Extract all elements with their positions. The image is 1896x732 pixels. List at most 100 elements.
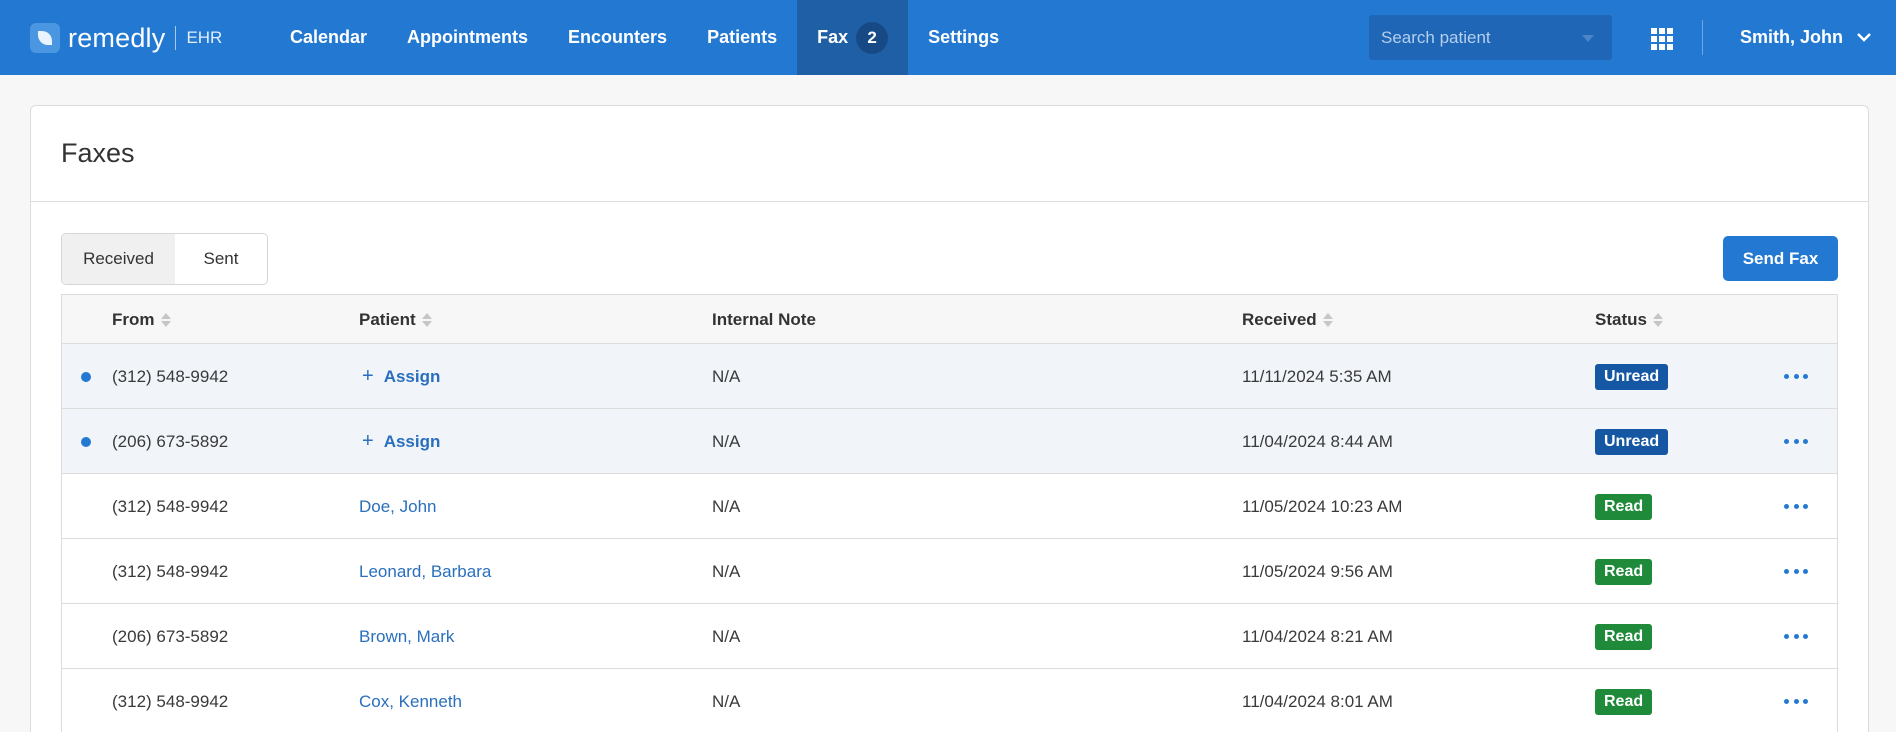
- status-cell: Unread: [1595, 344, 1669, 409]
- plus-icon: +: [362, 365, 374, 387]
- more-actions-icon[interactable]: [1784, 433, 1808, 449]
- nav-encounters[interactable]: Encounters: [548, 0, 687, 75]
- patient-search[interactable]: [1369, 15, 1612, 60]
- sort-icon[interactable]: [1322, 312, 1333, 328]
- nav-calendar[interactable]: Calendar: [270, 0, 387, 75]
- received-time: 11/05/2024 10:23 AM: [1242, 496, 1403, 516]
- table-row[interactable]: (312) 548-9942 Leonard, Barbara N/A 11/0…: [62, 539, 1837, 604]
- status-cell: Unread: [1595, 409, 1669, 474]
- status-cell: Read: [1595, 604, 1653, 669]
- column-label: Status: [1595, 309, 1647, 329]
- main-nav: Calendar Appointments Encounters Patient…: [270, 0, 1019, 75]
- from-number: (312) 548-9942: [112, 366, 229, 386]
- chevron-down-icon: [1857, 33, 1871, 42]
- column-label: Internal Note: [712, 309, 816, 329]
- table-row[interactable]: (312) 548-9942 Doe, John N/A 11/05/2024 …: [62, 474, 1837, 539]
- internal-note: N/A: [712, 691, 741, 711]
- patient-link[interactable]: Leonard, Barbara: [359, 539, 491, 604]
- search-input[interactable]: [1381, 27, 1571, 48]
- received-time: 11/11/2024 5:35 AM: [1242, 366, 1392, 386]
- internal-note: N/A: [712, 496, 741, 516]
- tab-received[interactable]: Received: [62, 234, 175, 284]
- table-row[interactable]: (206) 673-5892 Brown, Mark N/A 11/04/202…: [62, 604, 1837, 669]
- more-actions-icon[interactable]: [1784, 693, 1808, 709]
- leaf-logo-icon: [30, 23, 60, 53]
- nav-divider: [1702, 20, 1703, 55]
- card-header: Faxes: [31, 106, 1868, 202]
- table-header: From Patient Internal Note Received Stat…: [62, 295, 1837, 344]
- nav-fax-label: Fax: [817, 27, 849, 47]
- received-time: 11/04/2024 8:21 AM: [1242, 626, 1393, 646]
- assign-patient-link[interactable]: + Assign: [359, 344, 440, 409]
- internal-note: N/A: [712, 626, 741, 646]
- status-badge: Read: [1595, 493, 1653, 520]
- table-row[interactable]: (312) 548-9942 Cox, Kenneth N/A 11/04/20…: [62, 669, 1837, 732]
- plus-icon: +: [362, 430, 374, 452]
- sort-icon[interactable]: [160, 312, 171, 328]
- unread-indicator: [81, 372, 91, 382]
- column-label: From: [112, 309, 155, 329]
- received-time: 11/04/2024 8:01 AM: [1242, 691, 1393, 711]
- top-navigation-bar: remedly EHR Calendar Appointments Encoun…: [0, 0, 1896, 75]
- from-number: (312) 548-9942: [112, 561, 229, 581]
- status-badge: Read: [1595, 623, 1653, 650]
- assign-patient-link[interactable]: + Assign: [359, 409, 440, 474]
- received-time: 11/04/2024 8:44 AM: [1242, 431, 1393, 451]
- column-label: Received: [1242, 309, 1317, 329]
- status-cell: Read: [1595, 539, 1653, 604]
- brand-divider: [175, 26, 177, 50]
- status-badge: Read: [1595, 688, 1653, 715]
- column-header-from[interactable]: From: [112, 295, 171, 344]
- nav-settings[interactable]: Settings: [908, 0, 1019, 75]
- send-fax-button[interactable]: Send Fax: [1723, 236, 1838, 281]
- column-header-patient[interactable]: Patient: [359, 295, 432, 344]
- user-menu[interactable]: Smith, John: [1740, 0, 1871, 75]
- nav-appointments[interactable]: Appointments: [387, 0, 548, 75]
- column-header-status[interactable]: Status: [1595, 295, 1663, 344]
- brand-subtitle: EHR: [186, 28, 223, 47]
- user-name: Smith, John: [1740, 27, 1843, 47]
- status-badge: Read: [1595, 558, 1653, 585]
- column-header-received[interactable]: Received: [1242, 295, 1333, 344]
- more-actions-icon[interactable]: [1784, 628, 1808, 644]
- status-badge: Unread: [1595, 363, 1669, 390]
- patient-link[interactable]: Brown, Mark: [359, 604, 454, 669]
- brand-name: remedly: [68, 22, 166, 53]
- status-badge: Unread: [1595, 428, 1669, 455]
- internal-note: N/A: [712, 366, 741, 386]
- more-actions-icon[interactable]: [1784, 563, 1808, 579]
- assign-label: Assign: [383, 366, 441, 386]
- patient-link[interactable]: Doe, John: [359, 474, 437, 539]
- more-actions-icon[interactable]: [1784, 368, 1808, 384]
- fax-table: From Patient Internal Note Received Stat…: [61, 294, 1838, 732]
- status-cell: Read: [1595, 669, 1653, 732]
- tab-sent[interactable]: Sent: [175, 234, 267, 284]
- from-number: (206) 673-5892: [112, 626, 229, 646]
- faxes-card: Faxes Received Sent Send Fax From Patien…: [30, 105, 1869, 732]
- internal-note: N/A: [712, 561, 741, 581]
- page-title: Faxes: [61, 138, 135, 168]
- status-cell: Read: [1595, 474, 1653, 539]
- patient-link[interactable]: Cox, Kenneth: [359, 669, 462, 732]
- internal-note: N/A: [712, 431, 741, 451]
- fax-direction-toggle: Received Sent: [61, 233, 268, 285]
- apps-grid-icon[interactable]: [1651, 28, 1673, 50]
- table-row[interactable]: (312) 548-9942 + Assign N/A 11/11/2024 5:…: [62, 344, 1837, 409]
- column-header-internal-note: Internal Note: [712, 295, 816, 344]
- brand[interactable]: remedly EHR: [30, 19, 222, 57]
- chevron-down-icon[interactable]: [1582, 35, 1594, 42]
- received-time: 11/05/2024 9:56 AM: [1242, 561, 1393, 581]
- fax-count-badge: 2: [856, 21, 889, 54]
- from-number: (312) 548-9942: [112, 496, 229, 516]
- more-actions-icon[interactable]: [1784, 498, 1808, 514]
- nav-fax[interactable]: Fax 2: [797, 0, 909, 75]
- nav-patients[interactable]: Patients: [687, 0, 797, 75]
- assign-label: Assign: [383, 431, 441, 451]
- from-number: (206) 673-5892: [112, 431, 229, 451]
- sort-icon[interactable]: [1652, 312, 1663, 328]
- sort-icon[interactable]: [421, 312, 432, 328]
- unread-indicator: [81, 437, 91, 447]
- table-row[interactable]: (206) 673-5892 + Assign N/A 11/04/2024 8:…: [62, 409, 1837, 474]
- from-number: (312) 548-9942: [112, 691, 229, 711]
- column-label: Patient: [359, 309, 416, 329]
